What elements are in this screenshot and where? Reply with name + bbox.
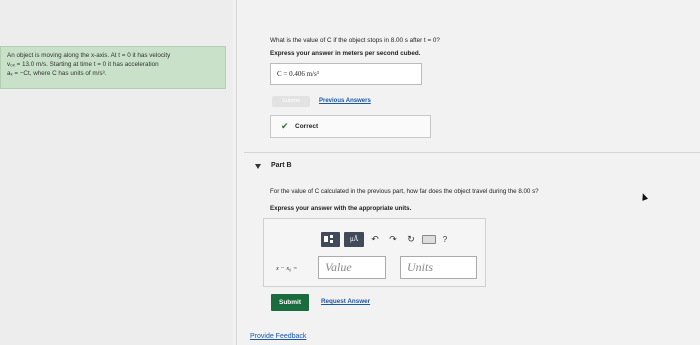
correct-label: Correct bbox=[295, 123, 319, 130]
part-a-answer-box: C = 0.406 m/s³ bbox=[270, 63, 422, 85]
problem-line-1: An object is moving along the x-axis. At… bbox=[7, 52, 171, 59]
correct-feedback-box: ✔ Correct bbox=[270, 115, 431, 138]
request-answer-link[interactable]: Request Answer bbox=[321, 298, 370, 305]
part-b-submit-button[interactable]: Submit bbox=[271, 294, 309, 311]
equation-label: x − x₀ = bbox=[276, 265, 298, 272]
reset-icon[interactable]: ↻ bbox=[404, 232, 418, 247]
value-input[interactable]: Value bbox=[318, 256, 386, 279]
problem-line-2: v₀ₓ = 13.0 m/s. Starting at time t = 0 i… bbox=[7, 61, 159, 68]
collapse-caret-icon[interactable] bbox=[255, 164, 261, 169]
panel-divider bbox=[236, 0, 237, 345]
help-icon[interactable]: ? bbox=[440, 232, 450, 247]
templates-button[interactable] bbox=[321, 231, 340, 247]
keyboard-icon[interactable] bbox=[422, 235, 436, 244]
undo-icon[interactable]: ↶ bbox=[368, 232, 382, 247]
checkmark-icon: ✔ bbox=[281, 121, 289, 131]
redo-icon[interactable]: ↷ bbox=[386, 232, 400, 247]
problem-statement: An object is moving along the x-axis. At… bbox=[0, 46, 226, 89]
left-panel: An object is moving along the x-axis. At… bbox=[0, 0, 233, 345]
part-a-answer-value: C = 0.406 m/s³ bbox=[277, 70, 319, 78]
part-a-instruction: Express your answer in meters per second… bbox=[270, 50, 421, 57]
units-input[interactable]: Units bbox=[400, 256, 477, 279]
section-divider bbox=[244, 152, 700, 153]
part-a-submit-button[interactable]: Submit bbox=[272, 96, 310, 107]
previous-answers-link[interactable]: Previous Answers bbox=[319, 96, 371, 107]
part-b-question: For the value of C calculated in the pre… bbox=[270, 188, 539, 195]
units-symbol-button[interactable]: μÅ bbox=[344, 231, 364, 247]
part-a-question: What is the value of C if the object sto… bbox=[270, 37, 440, 44]
math-toolbar: μÅ ↶ ↷ ↻ ? bbox=[321, 231, 450, 247]
part-b-instruction: Express your answer with the appropriate… bbox=[270, 205, 412, 212]
part-b-title[interactable]: Part B bbox=[271, 162, 292, 169]
problem-line-3: aₓ = −Ct, where C has units of m/s³. bbox=[7, 70, 107, 77]
provide-feedback-link[interactable]: Provide Feedback bbox=[250, 333, 306, 340]
